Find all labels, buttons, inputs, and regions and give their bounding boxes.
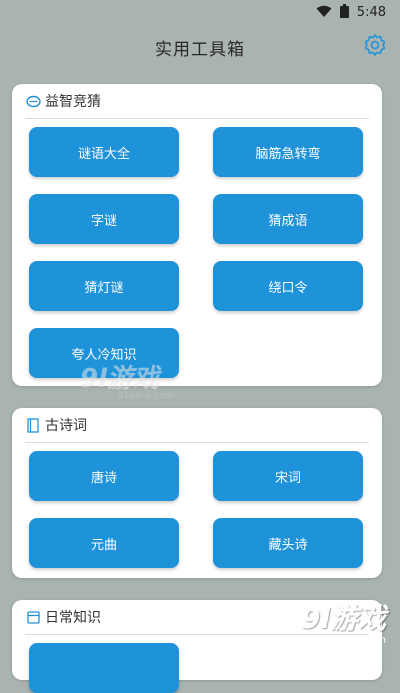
button-grid: 谜语大全 脑筋急转弯 字谜 猜成语 猜灯谜 绕口令 夸人冷知识 [25, 127, 369, 378]
acrostic-poem-button[interactable]: 藏头诗 [213, 518, 363, 568]
section-card-daily-knowledge: 日常知识 [12, 600, 382, 693]
watermark-site: 91danji.com [118, 391, 174, 401]
section-title: 古诗词 [45, 418, 87, 434]
section-card-poetry: 古诗词 唐诗 宋词 元曲 藏头诗 [12, 408, 382, 578]
wifi-icon [316, 3, 332, 22]
section-card-puzzles: 益智竞猜 谜语大全 脑筋急转弯 字谜 猜成语 猜灯谜 绕口令 夸人冷知识 [12, 84, 382, 386]
tang-poetry-button[interactable]: 唐诗 [29, 451, 179, 501]
section-header: 日常知识 [25, 600, 369, 635]
status-bar: 5:48 [0, 0, 400, 24]
button-grid: 唐诗 宋词 元曲 藏头诗 [25, 451, 369, 568]
yuan-qu-button[interactable]: 元曲 [29, 518, 179, 568]
status-time: 5:48 [356, 4, 386, 20]
lantern-riddles-button[interactable]: 猜灯谜 [29, 261, 179, 311]
puzzle-icon [25, 93, 41, 109]
settings-button[interactable] [360, 32, 390, 62]
app-bar: 实用工具箱 [0, 24, 400, 70]
compliment-trivia-button[interactable]: 夸人冷知识 [29, 328, 179, 378]
song-ci-button[interactable]: 宋词 [213, 451, 363, 501]
character-riddles-button[interactable]: 字谜 [29, 194, 179, 244]
battery-icon [339, 3, 349, 22]
book-icon [25, 417, 41, 433]
tongue-twister-button[interactable]: 绕口令 [213, 261, 363, 311]
section-title: 日常知识 [45, 610, 101, 626]
app-title: 实用工具箱 [155, 39, 245, 60]
button-grid [25, 643, 369, 693]
section-header: 古诗词 [25, 408, 369, 443]
brain-teasers-button[interactable]: 脑筋急转弯 [213, 127, 363, 177]
riddles-button[interactable]: 谜语大全 [29, 127, 179, 177]
section-header: 益智竞猜 [25, 84, 369, 119]
section-title: 益智竞猜 [45, 94, 101, 110]
gear-icon [363, 33, 387, 61]
daily-knowledge-button[interactable] [29, 643, 179, 693]
calendar-icon [25, 609, 41, 625]
guess-idiom-button[interactable]: 猜成语 [213, 194, 363, 244]
